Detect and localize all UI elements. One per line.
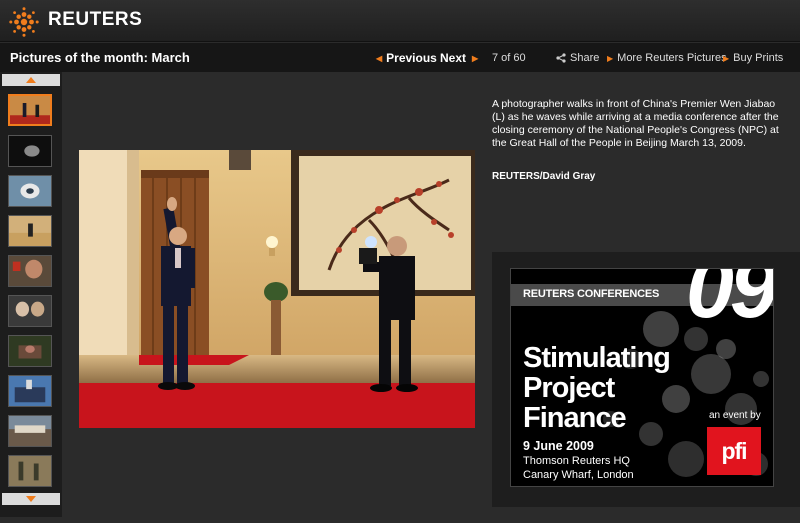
thumbnail-6[interactable]: [8, 295, 52, 327]
ad-venue-line-2: Canary Wharf, London: [523, 469, 634, 481]
buy-prints-label: Buy Prints: [733, 52, 784, 64]
arrow-right-small-icon: ▶: [607, 53, 614, 63]
main-photo[interactable]: [79, 150, 475, 428]
thumbnail-9[interactable]: [8, 415, 52, 447]
reuters-logo-icon[interactable]: [9, 7, 39, 37]
arrow-right-small-icon: ▶: [723, 53, 730, 63]
ad-conference-label: REUTERS CONFERENCES: [523, 288, 660, 300]
photo-caption: A photographer walks in front of China's…: [492, 98, 779, 149]
ad-venue-line-1: Thomson Reuters HQ: [523, 455, 630, 467]
thumbnail-4[interactable]: [8, 215, 52, 247]
pfi-logo: pfi: [707, 427, 761, 475]
photo-counter: 7 of 60: [492, 52, 526, 64]
share-link[interactable]: Share: [556, 52, 599, 64]
arrow-right-icon: ▶: [472, 53, 479, 63]
previous-label: Previous: [386, 51, 437, 65]
scroll-up-icon: [26, 77, 36, 83]
thumbnail-8[interactable]: [8, 375, 52, 407]
brand-name[interactable]: REUTERS: [48, 9, 142, 31]
thumbnails-scroll-up[interactable]: [2, 74, 60, 86]
site-header: REUTERS: [0, 0, 800, 42]
next-button[interactable]: Next ▶: [440, 51, 478, 65]
conference-ad[interactable]: 09 REUTERS CONFERENCES Stimulating Proje…: [510, 268, 774, 487]
previous-button[interactable]: ◀ Previous: [376, 51, 437, 65]
buy-prints-link[interactable]: ▶ Buy Prints: [723, 52, 783, 64]
arrow-left-icon: ◀: [376, 53, 383, 63]
page: REUTERS Pictures of the month: March ◀ P…: [0, 0, 800, 523]
share-icon: [556, 53, 566, 63]
next-label: Next: [440, 51, 467, 65]
ad-event-by: an event by: [709, 410, 761, 421]
thumbnail-strip: [0, 72, 62, 517]
more-pictures-link[interactable]: ▶ More Reuters Pictures: [607, 52, 727, 64]
thumbnail-7[interactable]: [8, 335, 52, 367]
thumbnail-3[interactable]: [8, 175, 52, 207]
gallery-title: Pictures of the month: March: [10, 50, 190, 65]
thumbnails-scroll-down[interactable]: [2, 493, 60, 505]
ad-date: 9 June 2009: [523, 439, 594, 453]
thumbnail-2[interactable]: [8, 135, 52, 167]
more-pictures-label: More Reuters Pictures: [617, 52, 727, 64]
thumbnail-10[interactable]: [8, 455, 52, 487]
share-label: Share: [570, 52, 600, 64]
ad-headline-line-2: Project: [523, 372, 615, 404]
thumbnail-5[interactable]: [8, 255, 52, 287]
gallery-titlebar: Pictures of the month: March ◀ Previous …: [0, 43, 800, 72]
ad-year: 09: [686, 268, 774, 336]
ad-headline-line-1: Stimulating: [523, 342, 671, 374]
thumbnail-1[interactable]: [8, 94, 52, 126]
ad-headline-line-3: Finance: [523, 402, 627, 434]
photo-credit: REUTERS/David Gray: [492, 171, 596, 182]
scroll-down-icon: [26, 496, 36, 502]
